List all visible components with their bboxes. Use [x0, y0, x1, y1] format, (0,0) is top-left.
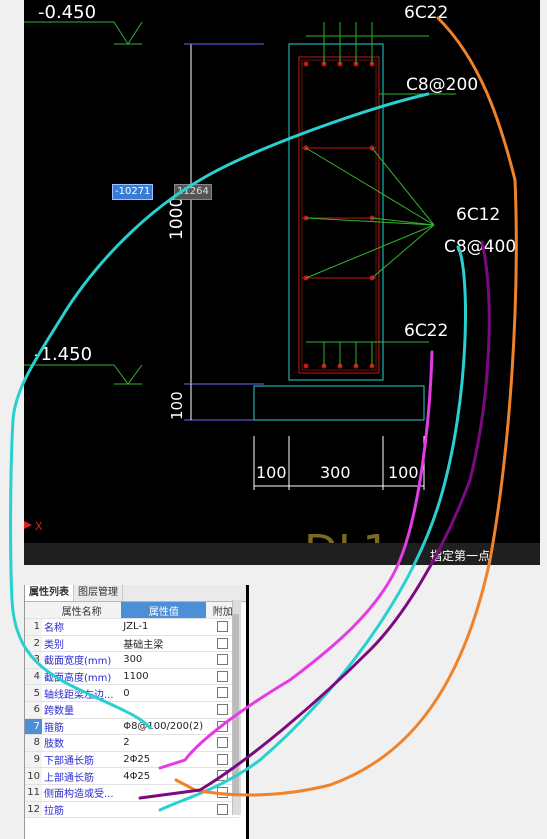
property-name: 拉筋 [41, 801, 122, 819]
top-rebar-label: 6C22 [404, 3, 448, 23]
property-value[interactable] [121, 784, 207, 802]
add-checkbox[interactable] [217, 786, 229, 798]
elevation-marker-bottom [113, 364, 143, 385]
cad-canvas[interactable]: -0.450 -1.450 1000 100 6C22 C8@200 6C12 … [24, 0, 540, 565]
row-number: 9 [25, 751, 42, 769]
property-name: 类别 [41, 635, 122, 653]
row-number: 12 [25, 801, 42, 819]
property-value[interactable]: Φ8@100/200(2) [121, 718, 207, 736]
property-value[interactable]: 2 [121, 734, 207, 752]
coord-y-input[interactable]: 11264 [174, 184, 212, 200]
elevation-marker-top [113, 21, 143, 45]
width-left-dim: 100 [256, 463, 287, 482]
row-number: 5 [25, 684, 42, 702]
table-row[interactable]: 2 类别 基础主梁 [25, 635, 239, 653]
row-number: 4 [25, 668, 42, 686]
row-number: 7 [25, 718, 42, 736]
coord-x-input[interactable]: -10271 [112, 184, 154, 200]
width-mid-dim: 300 [320, 463, 351, 482]
table-row[interactable]: 11 侧面构造或受... [25, 784, 239, 802]
status-bar: 指定第一点 [24, 543, 540, 565]
tab-properties[interactable]: 属性列表 [25, 585, 74, 601]
add-checkbox[interactable] [217, 803, 229, 815]
property-name: 肢数 [41, 734, 122, 752]
row-number: 1 [25, 618, 42, 636]
table-row[interactable]: 3 截面宽度(mm) 300 [25, 651, 239, 669]
add-checkbox[interactable] [217, 670, 229, 682]
table-row[interactable]: 8 肢数 2 [25, 734, 239, 752]
x-axis-label: X [35, 520, 43, 533]
properties-panel: 属性列表 图层管理 属性名称 属性值 附加 1 名称 JZL-1 2 类别 基础主梁 3 截面… [24, 585, 247, 839]
row-number: 2 [25, 635, 42, 653]
table-row[interactable]: 1 名称 JZL-1 [25, 618, 239, 636]
property-name: 轴线距梁左边... [41, 684, 122, 702]
elevation-top-label: -0.450 [38, 2, 96, 23]
property-name: 箍筋 [41, 718, 122, 736]
table-row[interactable]: 7 箍筋 Φ8@100/200(2) [25, 718, 239, 736]
add-checkbox[interactable] [217, 687, 229, 699]
property-name: 侧面构造或受... [41, 784, 122, 802]
footing-outline [253, 385, 425, 421]
property-value[interactable]: 基础主梁 [121, 635, 207, 653]
property-name: 名称 [41, 618, 122, 636]
x-axis-icon [24, 521, 32, 529]
scrollbar-thumb[interactable] [233, 614, 239, 794]
beam-outline [288, 43, 384, 381]
add-checkbox[interactable] [217, 753, 229, 765]
property-value[interactable]: 300 [121, 651, 207, 669]
property-value[interactable]: 4Φ25 [121, 767, 207, 785]
property-value[interactable]: 2Φ25 [121, 751, 207, 769]
property-name: 上部通长筋 [41, 767, 122, 785]
add-checkbox[interactable] [217, 720, 229, 732]
table-row[interactable]: 6 跨数量 [25, 701, 239, 719]
add-checkbox[interactable] [217, 704, 229, 716]
add-checkbox[interactable] [217, 637, 229, 649]
add-checkbox[interactable] [217, 654, 229, 666]
width-right-dim: 100 [388, 463, 419, 482]
property-value[interactable]: 0 [121, 684, 207, 702]
stirrup-label: C8@200 [406, 75, 478, 95]
column-header-value: 属性值 [121, 602, 207, 619]
footing-dimension: 100 [168, 391, 186, 420]
row-number: 6 [25, 701, 42, 719]
property-name: 截面宽度(mm) [41, 651, 122, 669]
add-checkbox[interactable] [217, 737, 229, 749]
row-number: 3 [25, 651, 42, 669]
height-dimension: 1000 [167, 197, 187, 240]
property-name: 下部通长筋 [41, 751, 122, 769]
stirrup [298, 56, 380, 374]
tie-label: C8@400 [444, 237, 516, 257]
elevation-bottom-label: -1.450 [34, 344, 92, 365]
property-value[interactable] [121, 701, 207, 719]
table-row[interactable]: 9 下部通长筋 2Φ25 [25, 751, 239, 769]
row-number: 11 [25, 784, 42, 802]
column-header-name: 属性名称 [41, 602, 122, 619]
row-number: 8 [25, 734, 42, 752]
add-checkbox[interactable] [217, 621, 229, 633]
table-row[interactable]: 12 拉筋 [25, 801, 239, 819]
property-value[interactable]: 1100 [121, 668, 207, 686]
table-row[interactable]: 5 轴线距梁左边... 0 [25, 684, 239, 702]
row-number: 10 [25, 767, 42, 785]
properties-table: 属性名称 属性值 附加 1 名称 JZL-1 2 类别 基础主梁 3 截面宽度(mm) 300 4… [25, 602, 239, 819]
property-name: 截面高度(mm) [41, 668, 122, 686]
property-value[interactable] [121, 801, 207, 819]
tab-layers[interactable]: 图层管理 [74, 585, 123, 601]
bottom-rebar-label: 6C22 [404, 321, 448, 341]
add-checkbox[interactable] [217, 770, 229, 782]
table-row[interactable]: 10 上部通长筋 4Φ25 [25, 767, 239, 785]
status-text: 指定第一点 [429, 549, 490, 563]
property-value[interactable]: JZL-1 [121, 618, 207, 636]
table-row[interactable]: 4 截面高度(mm) 1100 [25, 668, 239, 686]
side-rebar-label: 6C12 [456, 205, 500, 225]
property-name: 跨数量 [41, 701, 122, 719]
